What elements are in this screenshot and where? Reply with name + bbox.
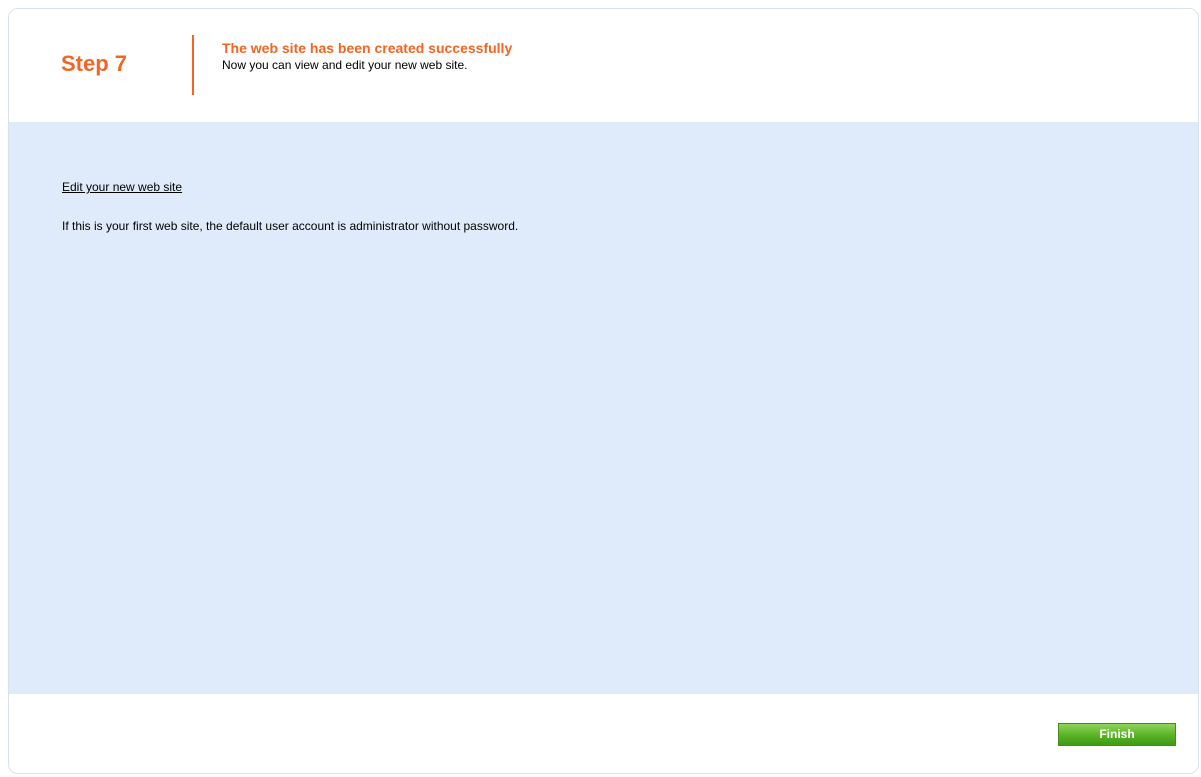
wizard-content: Edit your new web site If this is your f…: [9, 122, 1198, 694]
wizard-header: Step 7 The web site has been created suc…: [9, 9, 1198, 122]
step-subtitle: Now you can view and edit your new web s…: [222, 58, 468, 72]
edit-website-link[interactable]: Edit your new web site: [62, 180, 182, 194]
wizard-footer: Finish: [9, 694, 1198, 773]
finish-button[interactable]: Finish: [1058, 723, 1176, 746]
default-account-info: If this is your first web site, the defa…: [62, 219, 519, 233]
step-label: Step 7: [61, 51, 128, 76]
header-divider: [192, 35, 194, 95]
wizard-panel: Step 7 The web site has been created suc…: [8, 8, 1199, 774]
step-title: The web site has been created successful…: [222, 40, 513, 56]
